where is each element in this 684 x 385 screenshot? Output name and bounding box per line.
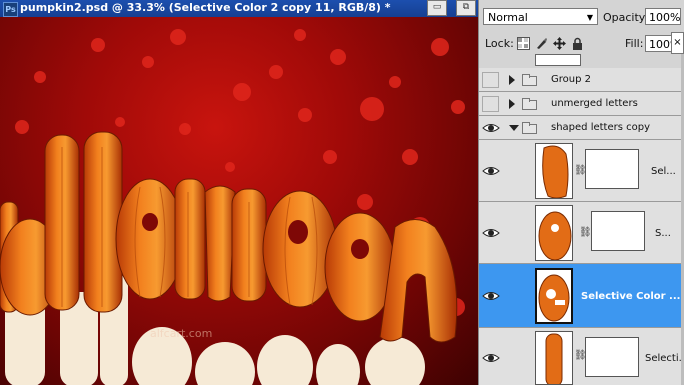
layer-mask-thumbnail — [591, 211, 645, 251]
opacity-input[interactable]: 100% — [645, 8, 681, 25]
eye-icon[interactable] — [482, 225, 500, 241]
layer-row-active[interactable]: Selective Color ... — [479, 264, 684, 328]
folder-icon — [522, 98, 537, 110]
layer-thumbnail — [535, 331, 573, 385]
layer-name: S... — [655, 228, 671, 239]
expand-triangle-icon[interactable] — [509, 75, 515, 85]
layer-thumbnail — [535, 143, 573, 199]
layer-group-2[interactable]: Group 2 — [479, 68, 684, 92]
layer-row[interactable]: ⛓ Selecti... — [479, 328, 684, 385]
layer-thumbnail — [535, 205, 573, 261]
visibility-toggle[interactable] — [482, 72, 499, 88]
document-title: pumpkin2.psd @ 33.3% (Selective Color 2 … — [20, 1, 391, 14]
link-icon: ⛓ — [574, 165, 587, 176]
layer-name: Selecti... — [645, 353, 684, 364]
lock-label: Lock: — [485, 37, 514, 50]
lock-icon[interactable] — [571, 37, 584, 50]
group-name: unmerged letters — [551, 98, 638, 109]
layer-group-unmerged-letters[interactable]: unmerged letters — [479, 92, 684, 116]
layer-name: Sel... — [651, 166, 676, 177]
group-name: Group 2 — [551, 74, 591, 85]
layer-thumbnail — [535, 54, 581, 66]
collapse-triangle-icon[interactable] — [509, 125, 519, 131]
layer-group-shaped-letters-copy[interactable]: shaped letters copy — [479, 116, 684, 140]
blend-mode-value: Normal — [488, 11, 528, 24]
layer-thumbnail — [535, 268, 573, 324]
eye-icon[interactable] — [482, 350, 500, 366]
lock-row: Lock: Fill: 100% — [479, 32, 684, 54]
layer-row[interactable]: ⛓ Sel... — [479, 140, 684, 202]
layer-row[interactable]: ⛓ S... — [479, 202, 684, 264]
layer-mask-thumbnail — [585, 337, 639, 377]
blend-mode-select[interactable]: Normal ▼ — [483, 8, 598, 25]
expand-triangle-icon[interactable] — [509, 99, 515, 109]
layers-panel: Normal ▼ Opacity: 100% Lock: Fill: 100% — [478, 0, 684, 385]
watermark-text: alfcart.com — [150, 327, 212, 340]
layer-row-partial[interactable] — [479, 54, 684, 69]
eye-icon[interactable] — [482, 163, 500, 179]
folder-icon — [522, 74, 537, 86]
restore-icon[interactable]: ⧉ — [456, 0, 476, 16]
fill-label: Fill: — [625, 37, 644, 50]
blend-row: Normal ▼ Opacity: 100% — [479, 0, 684, 32]
document-window: Ps pumpkin2.psd @ 33.3% (Selective Color… — [0, 0, 478, 385]
opacity-label: Opacity: — [603, 11, 649, 24]
minimize-icon[interactable]: ▭ — [427, 0, 447, 16]
document-title-bar[interactable]: Ps pumpkin2.psd @ 33.3% (Selective Color… — [0, 0, 478, 17]
brush-icon[interactable] — [535, 37, 548, 50]
eye-icon[interactable] — [482, 288, 500, 304]
folder-icon — [522, 122, 537, 134]
halloween-artwork: alfcart.com — [0, 29, 465, 385]
document-canvas[interactable]: alfcart.com — [0, 17, 478, 385]
lock-transparent-pixels-icon[interactable] — [517, 37, 530, 50]
close-button[interactable]: × — [671, 32, 684, 54]
eye-icon[interactable] — [482, 120, 500, 136]
layer-name: Selective Color ... — [581, 291, 681, 302]
chevron-down-icon: ▼ — [586, 13, 593, 22]
move-icon[interactable] — [553, 37, 566, 50]
photoshop-app-icon: Ps — [3, 2, 18, 17]
link-icon: ⛓ — [579, 227, 592, 238]
visibility-toggle[interactable] — [482, 96, 499, 112]
layer-mask-thumbnail — [585, 149, 639, 189]
link-icon: ⛓ — [574, 350, 587, 361]
group-name: shaped letters copy — [551, 122, 651, 133]
